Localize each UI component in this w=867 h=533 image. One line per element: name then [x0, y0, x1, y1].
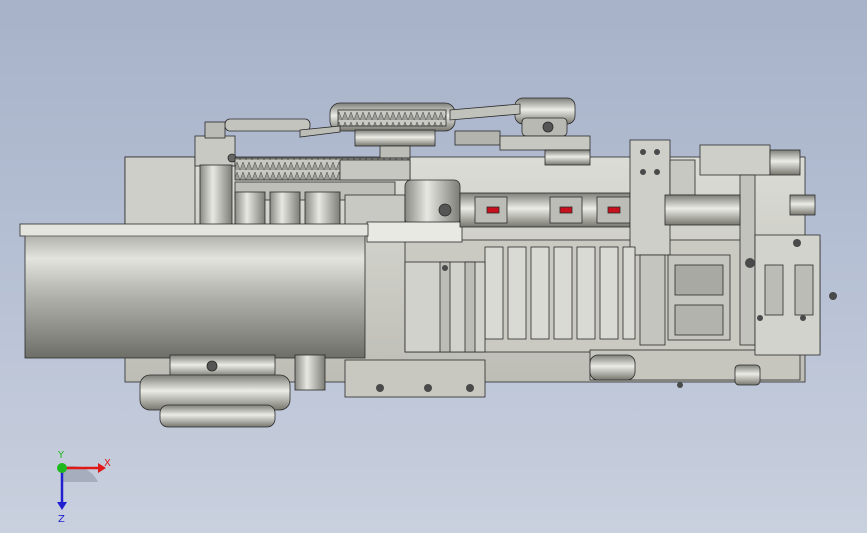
- y-axis-label: Y: [57, 450, 65, 461]
- large-drum: [19, 223, 369, 359]
- pneumatic-cylinder: [459, 192, 631, 228]
- coordinate-triad: X Y Z: [57, 450, 111, 525]
- top-small-pulley: [514, 97, 576, 137]
- cad-viewport[interactable]: X Y Z: [0, 0, 867, 533]
- guide-rails: [404, 261, 486, 353]
- z-axis-label: Z: [58, 514, 65, 525]
- x-axis-label: X: [104, 458, 111, 469]
- y-axis-marker: [57, 463, 67, 473]
- vertical-shaft-left: [194, 121, 237, 228]
- top-large-pulley: [329, 102, 456, 159]
